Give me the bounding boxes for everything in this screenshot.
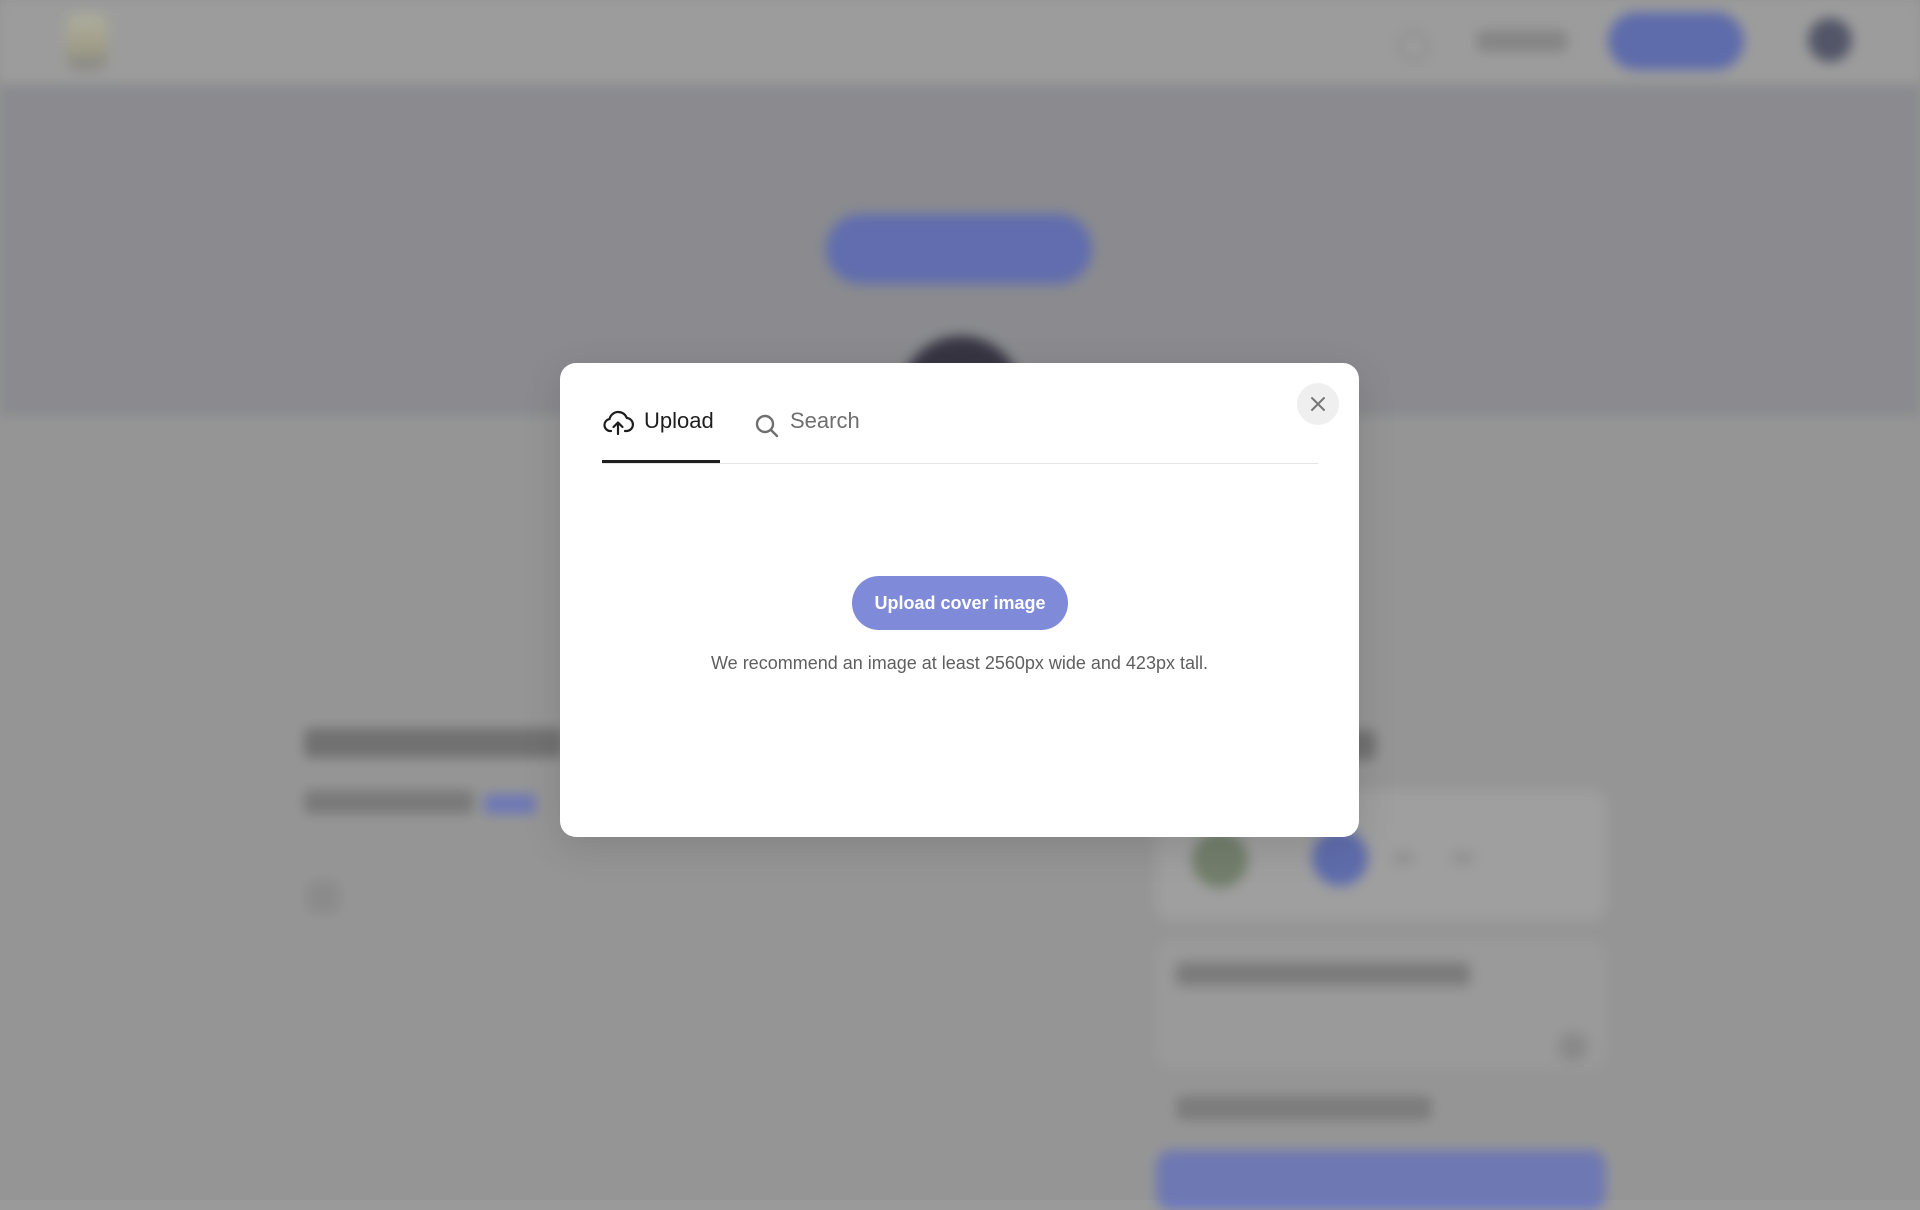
tab-search[interactable]: Search: [754, 403, 874, 463]
upload-cover-image-button[interactable]: Upload cover image: [852, 576, 1068, 630]
cover-image-modal: Upload Search Upload cover image We reco…: [560, 363, 1359, 837]
modal-tabs: Upload Search: [602, 403, 1318, 464]
search-icon: [754, 413, 780, 439]
tab-search-label: Search: [790, 408, 860, 433]
tab-upload[interactable]: Upload: [602, 403, 720, 463]
tab-upload-label: Upload: [644, 408, 714, 433]
cloud-upload-icon: [602, 407, 634, 439]
image-size-hint: We recommend an image at least 2560px wi…: [711, 653, 1208, 673]
